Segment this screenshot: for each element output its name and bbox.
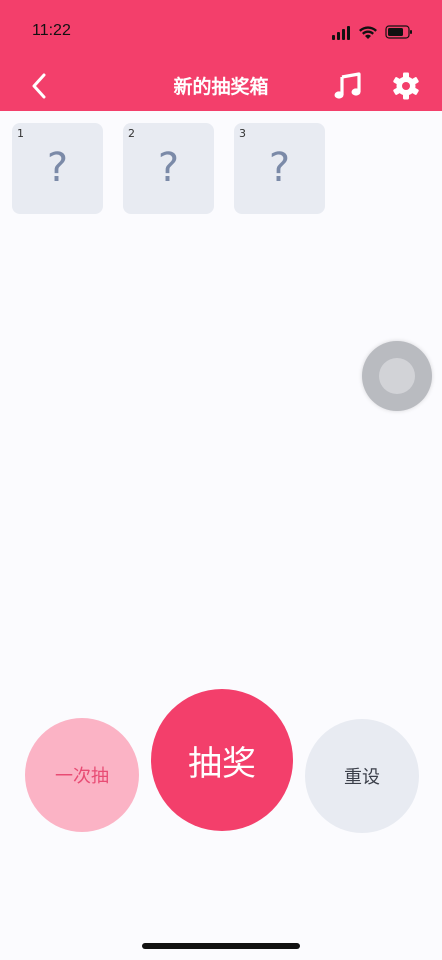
draw-once-button[interactable]: 一次抽 (25, 718, 139, 832)
prize-slot[interactable]: 1 ? (12, 123, 103, 214)
status-icons (332, 24, 422, 40)
settings-button[interactable] (388, 68, 424, 104)
slot-unknown-mark: ? (268, 145, 291, 191)
app-header: 11:22 新的抽奖箱 (0, 0, 442, 111)
slot-number: 3 (239, 127, 246, 140)
draw-button[interactable]: 抽奖 (151, 689, 293, 831)
cellular-signal-icon (332, 26, 350, 40)
music-button[interactable] (330, 68, 366, 104)
assistive-touch-center (379, 358, 415, 394)
music-note-icon (334, 72, 361, 99)
slot-unknown-mark: ? (157, 145, 180, 191)
page-title: 新的抽奖箱 (173, 76, 269, 98)
prize-slot[interactable]: 3 ? (234, 123, 325, 214)
prize-slot[interactable]: 2 ? (123, 123, 214, 214)
draw-once-label: 一次抽 (55, 766, 109, 787)
wifi-icon (359, 26, 377, 39)
assistive-touch-button[interactable] (362, 341, 432, 411)
draw-label: 抽奖 (188, 743, 256, 784)
slot-unknown-mark: ? (46, 145, 69, 191)
slot-number: 1 (17, 127, 24, 140)
status-time: 11:22 (32, 22, 71, 39)
reset-label: 重设 (344, 767, 380, 788)
reset-button[interactable]: 重设 (305, 719, 419, 833)
gear-icon (393, 72, 419, 100)
battery-icon (385, 25, 412, 39)
home-indicator (142, 943, 300, 949)
slot-number: 2 (128, 127, 135, 140)
